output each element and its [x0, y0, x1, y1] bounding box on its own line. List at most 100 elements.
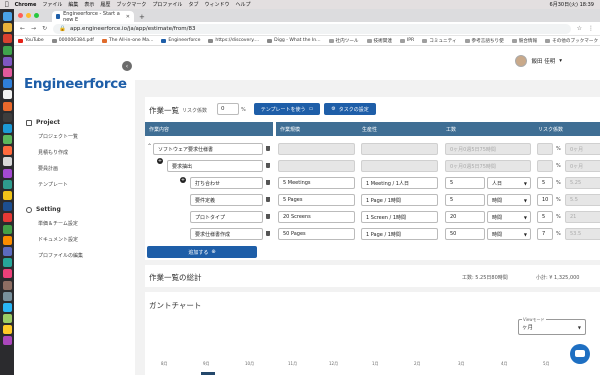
menu-chrome[interactable]: Chrome	[15, 2, 37, 8]
scale-input[interactable]: 5 Meetings	[278, 177, 355, 189]
task-name-input[interactable]: プロトタイプ	[190, 211, 263, 223]
risk-percent-input[interactable]: 5	[537, 177, 553, 189]
dock-app-icon[interactable]	[2, 179, 12, 189]
productivity-input[interactable]: 1 Screen / 1時間	[361, 211, 438, 223]
menu-profile[interactable]: プロファイル	[152, 1, 182, 8]
productivity-input[interactable]: 1 Page / 1時間	[361, 194, 438, 206]
sidebar-item-create-estimate[interactable]: 見積もり作成	[38, 149, 68, 156]
dock-app-icon[interactable]	[2, 56, 12, 66]
bookmark-item[interactable]: The All-in-one Ma...	[101, 38, 153, 43]
dock-app-icon[interactable]	[2, 146, 12, 156]
use-template-button[interactable]: テンプレートを使う ▭	[254, 103, 320, 115]
dock-app-icon[interactable]	[2, 168, 12, 178]
effort-input[interactable]: 5	[445, 177, 485, 189]
menu-history[interactable]: 履歴	[100, 1, 110, 8]
user-menu[interactable]: 飯田 佳明 ▾	[515, 55, 562, 67]
task-name-input[interactable]: 要求仕様書作成	[190, 228, 263, 240]
sidebar-item-rate-team[interactable]: 単価＆チーム設定	[38, 220, 78, 227]
forward-icon[interactable]: →	[31, 25, 36, 32]
trash-icon[interactable]	[266, 214, 270, 219]
reload-icon[interactable]: ↻	[42, 25, 47, 32]
close-tab-icon[interactable]: ✕	[126, 14, 130, 20]
dock-app-icon[interactable]	[2, 123, 12, 133]
logo[interactable]: Engineerforce	[24, 76, 127, 92]
dock-app-icon[interactable]	[2, 67, 12, 77]
task-settings-button[interactable]: ⚙ タスクの設定	[324, 103, 376, 115]
star-icon[interactable]: ☆	[577, 25, 582, 32]
productivity-input[interactable]: 1 Meeting / 1人日	[361, 177, 438, 189]
dock-app-icon[interactable]	[2, 224, 12, 234]
dock-app-icon[interactable]	[2, 213, 12, 223]
risk-input[interactable]: 0	[217, 103, 239, 115]
bookmark-item[interactable]: https://discovery....	[208, 38, 259, 43]
dock-app-icon[interactable]	[2, 112, 12, 122]
bookmark-item[interactable]: 社内ツール	[328, 38, 359, 44]
dock-app-icon[interactable]	[2, 269, 12, 279]
bookmark-item[interactable]: 000006384.pdf	[51, 38, 94, 43]
scale-input[interactable]: 20 Screens	[278, 211, 355, 223]
add-task-button[interactable]: 追加する ⊕	[147, 246, 257, 258]
bookmark-item[interactable]: コミュニティ	[422, 38, 457, 44]
new-tab-icon[interactable]: +	[139, 13, 145, 22]
bookmark-item[interactable]: 参考言語ちり使	[464, 38, 504, 44]
bookmark-item[interactable]: Digg - What the In...	[267, 38, 321, 43]
risk-percent-input[interactable]: 7	[537, 228, 553, 240]
dock-app-icon[interactable]	[2, 235, 12, 245]
dock-app-icon[interactable]	[2, 12, 12, 21]
add-subtask-icon[interactable]: +	[180, 177, 186, 183]
task-name-input[interactable]: 要件定義	[190, 194, 263, 206]
effort-input[interactable]: 5	[445, 194, 485, 206]
chat-button[interactable]	[570, 344, 590, 364]
apple-icon[interactable]: 	[5, 1, 9, 8]
bookmark-item[interactable]: 技術関連	[366, 38, 392, 44]
close-window-icon[interactable]	[18, 13, 23, 18]
menu-tab[interactable]: タブ	[188, 1, 198, 8]
effort-input[interactable]: 50	[445, 228, 485, 240]
maximize-window-icon[interactable]	[34, 13, 39, 18]
browser-tab[interactable]: Engineerforce - Start a new E ✕	[52, 11, 134, 23]
scale-input[interactable]: 5 Pages	[278, 194, 355, 206]
collapse-row-icon[interactable]: ⌃	[147, 143, 152, 150]
trash-icon[interactable]	[266, 231, 270, 236]
effort-unit-select[interactable]: 人日 ▼	[487, 177, 531, 189]
sidebar-item-edit-profile[interactable]: プロファイルの編集	[38, 252, 83, 259]
dock-app-icon[interactable]	[2, 90, 12, 100]
dock-app-icon[interactable]	[2, 79, 12, 89]
dock-app-icon[interactable]	[2, 314, 12, 324]
dock-app-icon[interactable]	[2, 302, 12, 312]
dock-app-icon[interactable]	[2, 45, 12, 55]
dock-app-icon[interactable]	[2, 258, 12, 268]
menu-view[interactable]: 表示	[84, 1, 94, 8]
task-name-input[interactable]: ソフトウェア要求仕様書	[153, 143, 263, 155]
menu-bookmarks[interactable]: ブックマーク	[116, 1, 146, 8]
scale-input[interactable]: 50 Pages	[278, 228, 355, 240]
bookmark-item[interactable]: IPR	[399, 38, 414, 43]
dock-app-icon[interactable]	[2, 101, 12, 111]
trash-icon[interactable]	[266, 146, 270, 151]
bookmark-item[interactable]: YouTube	[18, 38, 44, 43]
effort-unit-select[interactable]: 時間 ▼	[487, 211, 531, 223]
dock-app-icon[interactable]	[2, 336, 12, 346]
effort-unit-select[interactable]: 時間 ▼	[487, 194, 531, 206]
minimize-window-icon[interactable]	[26, 13, 31, 18]
bookmark-item[interactable]: 競合情報	[511, 38, 537, 44]
more-icon[interactable]: ⋮	[588, 25, 594, 32]
productivity-input[interactable]: 1 Page / 1時間	[361, 228, 438, 240]
sidebar-item-project-list[interactable]: プロジェクト一覧	[38, 133, 78, 140]
add-subtask-icon[interactable]: +	[157, 158, 163, 164]
sidebar-item-document-settings[interactable]: ドキュメント設定	[38, 236, 78, 243]
dock-app-icon[interactable]	[2, 135, 12, 145]
menu-help[interactable]: ヘルプ	[235, 1, 250, 8]
risk-percent-input[interactable]: 10	[537, 194, 553, 206]
menu-window[interactable]: ウィンドウ	[204, 1, 229, 8]
trash-icon[interactable]	[266, 197, 270, 202]
dock-app-icon[interactable]	[2, 202, 12, 212]
dock-app-icon[interactable]	[2, 280, 12, 290]
risk-percent-input[interactable]: 5	[537, 211, 553, 223]
menu-edit[interactable]: 編集	[68, 1, 78, 8]
dock-app-icon[interactable]	[2, 246, 12, 256]
effort-unit-select[interactable]: 時間 ▼	[487, 228, 531, 240]
dock-app-icon[interactable]	[2, 291, 12, 301]
dock-app-icon[interactable]	[2, 157, 12, 167]
menu-file[interactable]: ファイル	[42, 1, 62, 8]
